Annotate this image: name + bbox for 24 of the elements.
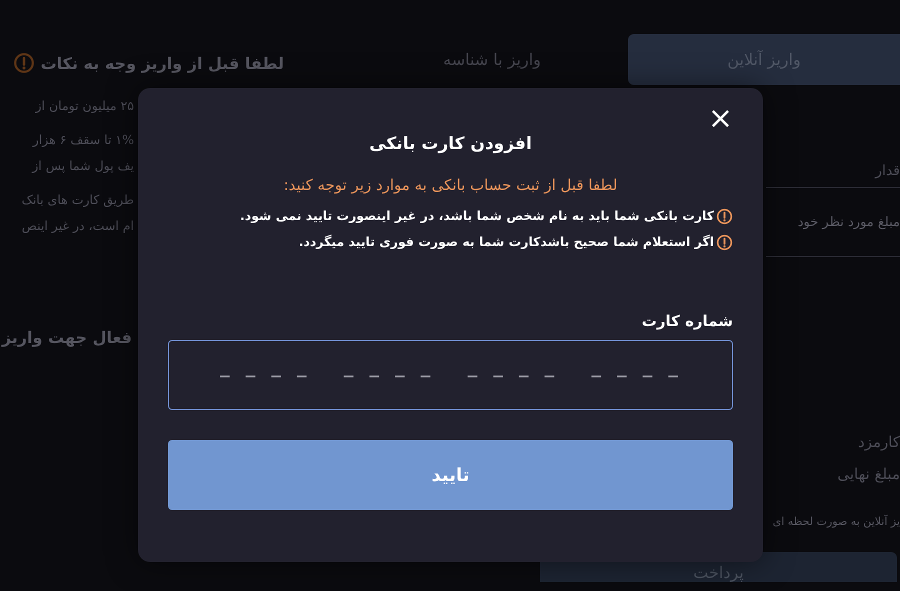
card-number-field[interactable]: – – – – – – – – – – – – – – – –	[168, 340, 733, 410]
warning-text: اگر استعلام شما صحیح باشدکارت شما به صورت فوری تایید میگردد.	[298, 233, 714, 251]
summary-label: مبلغ نهایی	[837, 465, 900, 483]
notice-text: ۱% تا سقف ۶ هزار	[32, 131, 134, 149]
summary-label: کارمزد	[858, 433, 900, 451]
note-text: یز آنلاین به صورت لحظه ای	[772, 515, 900, 528]
tab[interactable]: واریز با شناسه	[356, 34, 628, 85]
warning-icon	[716, 208, 733, 224]
notice-text: ام است، در غیر اینص	[22, 217, 134, 235]
confirm-button[interactable]: تایید	[168, 440, 733, 510]
notice-text: ۲۵ میلیون تومان از	[35, 97, 134, 115]
modal-title: افزودن کارت بانکی	[368, 134, 533, 154]
warning-icon	[716, 234, 733, 250]
amount-field[interactable]: مبلغ مورد نظر خود	[766, 187, 900, 257]
field-label: شماره کارت	[640, 312, 733, 330]
notice-title: لطفا قبل از واریز وجه به نکات	[40, 54, 284, 72]
section-heading: فعال جهت واریز	[0, 328, 132, 347]
instructions-text: لطفا قبل از ثبت حساب بانکی به موارد زیر توجه کنید:	[282, 176, 618, 194]
notice-text: طریق کارت های بانک	[22, 191, 134, 209]
warning-text: کارت بانکی شما باید به نام شخص شما باشد، در غیر اینصورت تایید نمی شود.	[240, 207, 714, 225]
notice-text: یف پول شما پس از	[32, 157, 134, 175]
field-label: قدار	[875, 163, 900, 179]
warning-icon	[12, 52, 35, 74]
close-button[interactable]: ×	[706, 104, 735, 134]
